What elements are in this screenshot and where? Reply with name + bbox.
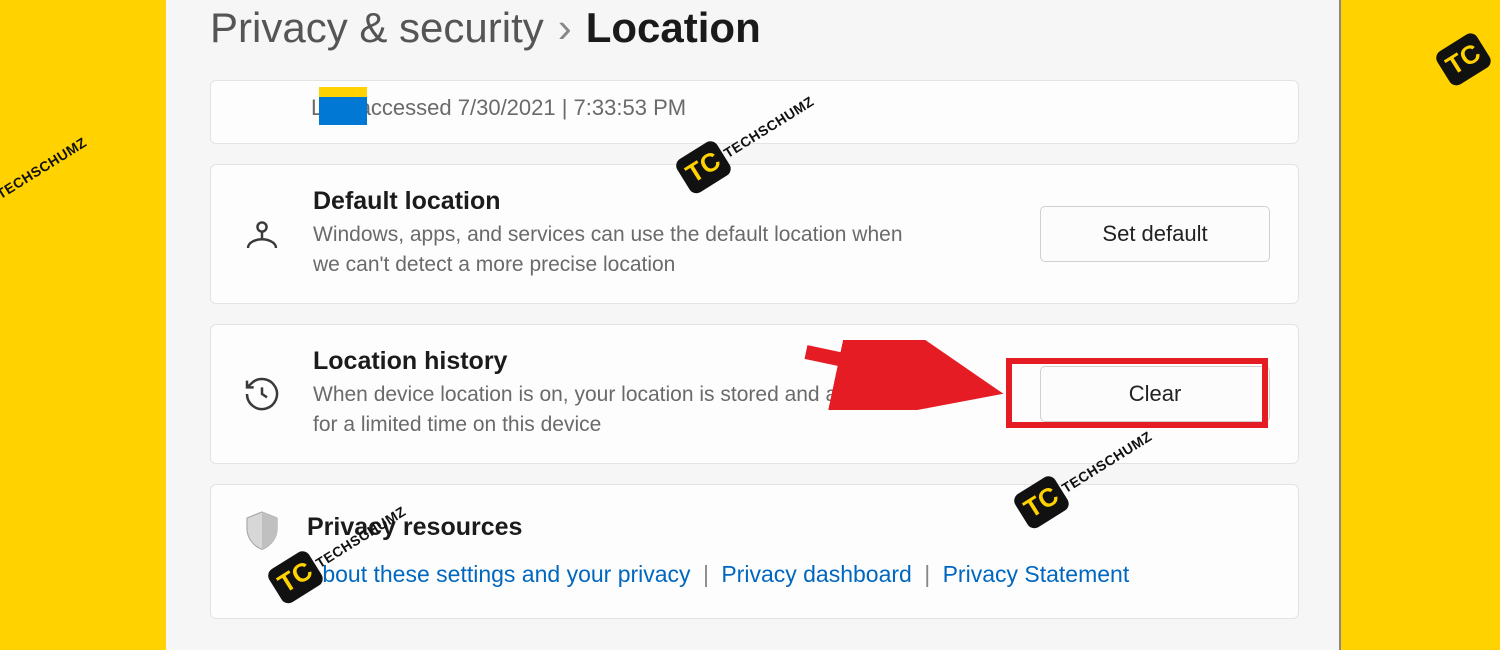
location-pin-icon: [239, 213, 285, 255]
location-history-card: Location history When device location is…: [210, 324, 1299, 464]
watermark: TECHSCHUMZ: [0, 134, 89, 202]
location-history-desc: When device location is on, your locatio…: [313, 380, 933, 441]
about-link[interactable]: About these settings and your privacy: [307, 561, 691, 587]
privacy-dashboard-link[interactable]: Privacy dashboard: [721, 561, 912, 587]
breadcrumb-current: Location: [586, 4, 761, 52]
default-location-title: Default location: [313, 187, 1012, 216]
chevron-right-icon: ›: [558, 4, 572, 52]
recent-access-card: Last accessed 7/30/2021 | 7:33:53 PM: [210, 80, 1299, 144]
privacy-statement-link[interactable]: Privacy Statement: [943, 561, 1130, 587]
privacy-resources-title: Privacy resources: [307, 513, 522, 542]
privacy-links: About these settings and your privacy | …: [239, 561, 1270, 588]
location-history-title: Location history: [313, 347, 1012, 376]
shield-icon: [239, 509, 285, 551]
watermark: TC: [1433, 31, 1493, 89]
default-location-desc: Windows, apps, and services can use the …: [313, 220, 933, 281]
history-icon: [239, 374, 285, 414]
settings-window: Privacy & security › Location Last acces…: [166, 0, 1341, 650]
last-accessed-text: Last accessed 7/30/2021 | 7:33:53 PM: [311, 95, 686, 121]
breadcrumb: Privacy & security › Location: [210, 0, 1299, 80]
set-default-button[interactable]: Set default: [1040, 206, 1270, 262]
privacy-resources-card: Privacy resources About these settings a…: [210, 484, 1299, 619]
app-icon: [319, 87, 367, 125]
default-location-card: Default location Windows, apps, and serv…: [210, 164, 1299, 304]
breadcrumb-parent[interactable]: Privacy & security: [210, 4, 544, 52]
clear-button[interactable]: Clear: [1040, 366, 1270, 422]
